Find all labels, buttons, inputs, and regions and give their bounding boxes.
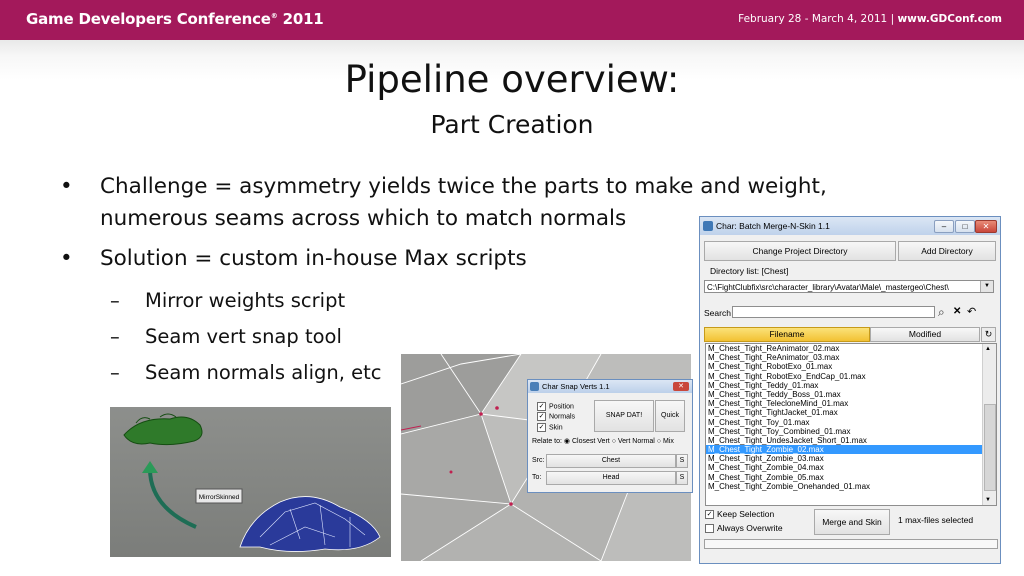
minimize-icon[interactable]: –: [934, 220, 954, 233]
normals-checkbox[interactable]: ✓ Normals: [537, 412, 575, 422]
file-list-item[interactable]: M_Chest_Tight_Toy_Combined_01.max: [706, 427, 996, 436]
radio-mix[interactable]: ○ Mix: [657, 438, 674, 445]
file-list-scrollbar[interactable]: ▲ ▼: [982, 344, 996, 505]
directory-dropdown[interactable]: C:\FightClubfix\src\character_library\Av…: [704, 280, 994, 293]
selection-status: 1 max-files selected: [898, 515, 974, 525]
relate-label: Relate to:: [532, 438, 562, 445]
always-overwrite-checkbox[interactable]: Always Overwrite: [705, 523, 783, 534]
to-label: To:: [532, 474, 542, 481]
skin-checkbox[interactable]: ✓ Skin: [537, 422, 575, 433]
snap-dialog-title: Char Snap Verts 1.1: [542, 382, 610, 391]
file-list-item[interactable]: M_Chest_Tight_Zombie_02.max: [706, 445, 996, 455]
close-icon[interactable]: ✕: [975, 220, 997, 233]
file-list-item[interactable]: M_Chest_Tight_Zombie_Onehanded_01.max: [706, 482, 996, 491]
file-list-item[interactable]: M_Chest_Tight_TightJacket_01.max: [706, 408, 996, 417]
file-list-item[interactable]: M_Chest_Tight_ReAnimator_02.max: [706, 344, 996, 353]
search-label: Search: [704, 308, 731, 318]
file-list-item[interactable]: M_Chest_Tight_Teddy_01.max: [706, 381, 996, 390]
src-label: Src:: [532, 457, 545, 464]
progress-bar: [704, 539, 998, 549]
conference-name: Game Developers Conference® 2011: [26, 10, 324, 28]
mirror-weights-screenshot: MirrorSkinned: [110, 407, 391, 557]
slide-subtitle: Part Creation: [430, 110, 594, 139]
file-list-item[interactable]: M_Chest_Tight_UndesJacket_Short_01.max: [706, 436, 996, 445]
file-list-item[interactable]: M_Chest_Tight_TelecloneMind_01.max: [706, 399, 996, 408]
quick-button[interactable]: Quick: [655, 400, 685, 432]
to-s-button[interactable]: S: [676, 471, 688, 485]
bullet-marker: •: [60, 174, 73, 199]
scrollbar-thumb[interactable]: [984, 404, 996, 491]
file-list-item[interactable]: M_Chest_Tight_Zombie_04.max: [706, 463, 996, 472]
snap-button[interactable]: SNAP DAT!: [594, 400, 654, 432]
close-icon[interactable]: ✕: [673, 382, 689, 391]
file-list-item[interactable]: M_Chest_Tight_RobotExo_EndCap_01.max: [706, 372, 996, 381]
conference-banner: Game Developers Conference® 2011 Februar…: [0, 0, 1024, 40]
file-list-item[interactable]: M_Chest_Tight_ReAnimator_03.max: [706, 353, 996, 362]
search-icon[interactable]: ⌕: [938, 305, 945, 320]
change-project-directory-button[interactable]: Change Project Directory: [704, 241, 896, 261]
position-checkbox[interactable]: ✓ Position: [537, 402, 575, 412]
app-icon: [530, 382, 539, 391]
file-rows: M_Chest_Tight_ReAnimator_02.max M_Chest_T…: [706, 344, 996, 491]
src-s-button[interactable]: S: [676, 454, 688, 468]
file-list-item[interactable]: M_Chest_Tight_Zombie_03.max: [706, 454, 996, 463]
keep-selection-checkbox[interactable]: ✓ Keep Selection: [705, 509, 774, 520]
scroll-down-icon[interactable]: ▼: [985, 497, 991, 503]
slide-title: Pipeline overview:: [344, 58, 680, 101]
modified-column-header[interactable]: Modified: [870, 327, 980, 342]
batch-dialog-title: Char: Batch Merge-N-Skin 1.1: [716, 221, 830, 231]
radio-closest-vert[interactable]: ◉ Closest Vert: [564, 438, 610, 445]
filename-column-header[interactable]: Filename: [704, 327, 870, 342]
clear-icon[interactable]: ✕: [953, 306, 961, 317]
add-directory-button[interactable]: Add Directory: [898, 241, 996, 261]
snap-dialog-titlebar[interactable]: Char Snap Verts 1.1 ✕: [528, 380, 692, 393]
scroll-up-icon[interactable]: ▲: [985, 346, 991, 352]
directory-path: C:\FightClubfix\src\character_library\Av…: [707, 283, 949, 292]
mirror-label: MirrorSkinned: [199, 494, 240, 501]
file-list-item[interactable]: M_Chest_Tight_Teddy_Boss_01.max: [706, 390, 996, 399]
conference-url[interactable]: www.GDConf.com: [897, 13, 1002, 25]
search-input[interactable]: [732, 306, 935, 318]
radio-vert-normal[interactable]: ○ Vert Normal: [612, 438, 655, 445]
file-list-item[interactable]: M_Chest_Tight_Toy_01.max: [706, 418, 996, 427]
file-list[interactable]: M_Chest_Tight_ReAnimator_02.max M_Chest_T…: [705, 343, 997, 506]
refresh-icon[interactable]: ↻: [981, 327, 996, 342]
batch-dialog-titlebar[interactable]: Char: Batch Merge-N-Skin 1.1 – □ ✕: [700, 217, 1000, 235]
to-button[interactable]: Head: [546, 471, 676, 485]
file-list-item[interactable]: M_Chest_Tight_Zombie_05.max: [706, 473, 996, 482]
directory-list-label: Directory list: [Chest]: [710, 266, 789, 276]
hands-illustration: MirrorSkinned: [123, 413, 381, 552]
snap-verts-dialog: Char Snap Verts 1.1 ✕ ✓ Position ✓ Normals…: [527, 379, 693, 493]
app-icon: [703, 221, 713, 231]
file-list-item[interactable]: M_Chest_Tight_RobotExo_01.max: [706, 362, 996, 371]
conference-dates: February 28 - March 4, 2011 | www.GDConf…: [738, 13, 1002, 25]
src-button[interactable]: Chest: [546, 454, 676, 468]
merge-and-skin-button[interactable]: Merge and Skin: [814, 509, 890, 535]
batch-merge-dialog: Char: Batch Merge-N-Skin 1.1 – □ ✕ Chang…: [699, 216, 1001, 564]
bullet-marker: •: [60, 246, 73, 271]
chevron-down-icon[interactable]: ▼: [980, 281, 993, 292]
undo-icon[interactable]: ↶: [967, 305, 976, 318]
maximize-icon[interactable]: □: [955, 220, 975, 233]
